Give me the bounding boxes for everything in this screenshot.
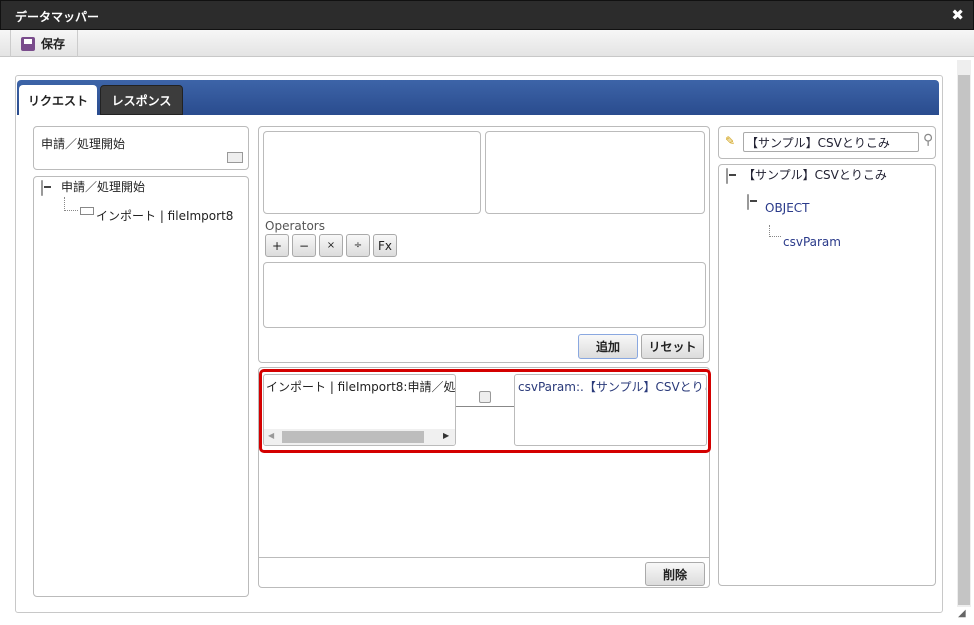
mapping-target[interactable]: csvParam:.【サンプル】CSVとりこみ xyxy=(514,374,707,446)
minus-button[interactable]: − xyxy=(292,234,316,257)
mapping-target-text: csvParam:.【サンプル】CSVとりこみ xyxy=(518,380,707,394)
tree-node-object[interactable]: OBJECT xyxy=(765,201,810,215)
operators-label: Operators xyxy=(265,219,325,233)
scrollbar-thumb[interactable] xyxy=(958,75,970,605)
tab-request[interactable]: リクエスト xyxy=(19,85,97,115)
scrollbar-thumb[interactable] xyxy=(282,431,424,443)
scroll-right-icon[interactable]: ▶ xyxy=(443,431,449,440)
function-button[interactable]: Fx xyxy=(373,234,397,257)
wand-icon: ✎ xyxy=(725,134,736,148)
save-button[interactable]: 保存 xyxy=(10,30,78,57)
mapping-row[interactable]: インポート | fileImport8:申請／処理開始 ◀ ▶ csvParam… xyxy=(259,369,711,453)
plus-button[interactable]: + xyxy=(265,234,289,257)
search-input[interactable] xyxy=(743,132,919,152)
resize-grip-icon[interactable]: ◢ xyxy=(958,608,966,619)
tab-response[interactable]: レスポンス xyxy=(100,85,183,115)
tree-connector xyxy=(64,197,78,211)
source-tree: 申請／処理開始 インポート | fileImport8 xyxy=(33,176,249,597)
leaf-icon xyxy=(80,207,94,215)
save-icon xyxy=(21,36,35,51)
source-field[interactable] xyxy=(263,131,481,214)
target-tree: 【サンプル】CSVとりこみ OBJECT csvParam xyxy=(718,164,936,586)
title-bar: データマッパー ✖ xyxy=(0,0,974,30)
tree-connector xyxy=(769,225,781,237)
mapping-connector xyxy=(456,406,515,407)
divide-button[interactable]: ÷ xyxy=(346,234,370,257)
detail-icon[interactable] xyxy=(227,152,243,163)
selected-node-label: 申請／処理開始 xyxy=(41,137,126,151)
toolbar: 保存 xyxy=(0,30,974,57)
target-field[interactable] xyxy=(485,131,705,214)
add-button[interactable]: 追加 xyxy=(578,334,638,359)
close-icon[interactable]: ✖ xyxy=(951,6,964,24)
divider xyxy=(259,557,709,558)
selected-node-box: 申請／処理開始 xyxy=(33,126,249,170)
scroll-left-icon[interactable]: ◀ xyxy=(268,431,274,440)
horizontal-scrollbar[interactable]: ◀ ▶ xyxy=(264,429,455,445)
mapping-source[interactable]: インポート | fileImport8:申請／処理開始 ◀ ▶ xyxy=(263,374,456,446)
collapse-icon[interactable] xyxy=(726,168,728,184)
multiply-button[interactable]: × xyxy=(319,234,343,257)
delete-button[interactable]: 削除 xyxy=(645,562,705,586)
search-icon[interactable]: ⚲ xyxy=(923,132,933,148)
collapse-icon[interactable] xyxy=(747,194,749,210)
reset-button[interactable]: リセット xyxy=(641,334,704,359)
collapse-icon[interactable] xyxy=(41,180,43,196)
mapping-checkbox[interactable] xyxy=(479,391,491,403)
tree-node-root[interactable]: 申請／処理開始 xyxy=(61,178,145,195)
search-panel: ✎ ⚲ xyxy=(718,126,936,159)
save-label: 保存 xyxy=(41,37,66,51)
tree-node-leaf[interactable]: csvParam xyxy=(783,235,841,249)
expression-panel: Operators + − × ÷ Fx 追加 リセット xyxy=(258,126,710,363)
window-title: データマッパー xyxy=(15,10,100,24)
expression-textarea[interactable] xyxy=(263,262,706,328)
tree-node-child[interactable]: インポート | fileImport8 xyxy=(96,207,233,224)
tree-node-root[interactable]: 【サンプル】CSVとりこみ xyxy=(743,166,887,183)
mapping-source-text: インポート | fileImport8:申請／処理開始 xyxy=(266,380,456,394)
